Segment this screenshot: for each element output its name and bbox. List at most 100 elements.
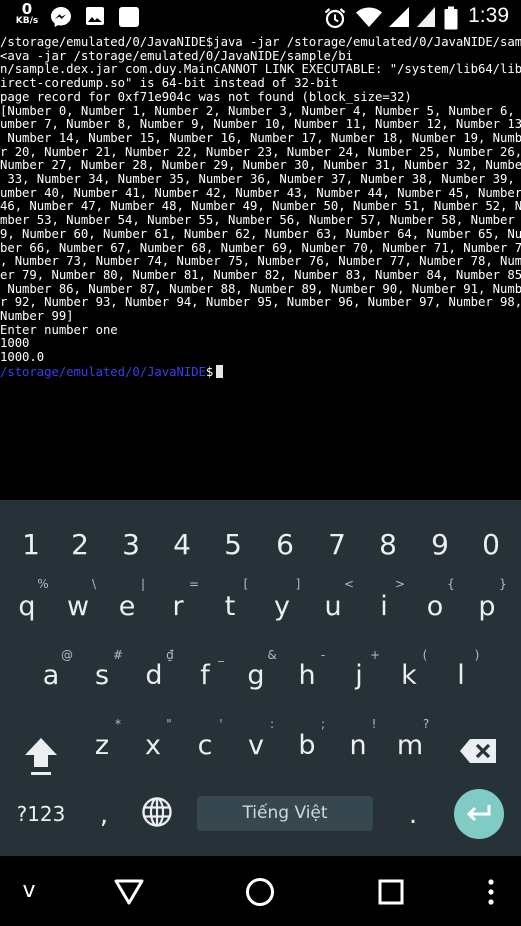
key-u[interactable]: u bbox=[313, 591, 353, 622]
key-hint: = bbox=[188, 577, 200, 591]
key-0[interactable]: 0 bbox=[471, 528, 511, 561]
key-7[interactable]: 7 bbox=[317, 528, 357, 561]
terminal-line: 1000.0 bbox=[0, 350, 45, 365]
key-4[interactable]: 4 bbox=[162, 528, 202, 561]
network-speed: 0 KB/s bbox=[14, 0, 40, 27]
key-n[interactable]: n bbox=[338, 730, 378, 761]
messenger-icon bbox=[51, 7, 71, 27]
key-hint: < bbox=[343, 577, 355, 591]
terminal-line: r 20, Number 21, Number 22, Number 23, N… bbox=[0, 144, 521, 159]
key-d[interactable]: d bbox=[134, 660, 174, 691]
terminal-line: , Number 73, Number 74, Number 75, Numbe… bbox=[0, 254, 521, 269]
terminal-line: mber 53, Number 54, Number 55, Number 56… bbox=[0, 213, 521, 228]
key-hint: " bbox=[166, 717, 172, 731]
key-hint: ; bbox=[320, 717, 326, 731]
terminal-line: Number 14, Number 15, Number 16, Number … bbox=[0, 130, 521, 145]
wifi-icon bbox=[356, 7, 382, 27]
menu-dots-icon[interactable] bbox=[486, 878, 496, 906]
home-circle-icon[interactable] bbox=[244, 876, 276, 908]
key-hint: | bbox=[140, 577, 146, 591]
key-hint: % bbox=[37, 577, 49, 591]
signal-secondary-icon bbox=[417, 7, 435, 27]
key-a[interactable]: a bbox=[31, 660, 71, 691]
key-p[interactable]: p bbox=[467, 591, 507, 622]
key-o[interactable]: o bbox=[415, 591, 455, 622]
key-z[interactable]: z bbox=[82, 730, 122, 761]
key-w[interactable]: w bbox=[58, 591, 98, 622]
key-r[interactable]: r bbox=[158, 591, 198, 622]
key-i[interactable]: i bbox=[364, 591, 404, 622]
key-hint: } bbox=[499, 577, 507, 591]
recents-square-icon[interactable] bbox=[377, 878, 405, 906]
key-f[interactable]: f bbox=[185, 660, 225, 691]
terminal-output[interactable]: /storage/emulated/0/JavaNIDE$java -jar /… bbox=[0, 36, 521, 500]
terminal-line: 1000 bbox=[0, 336, 30, 351]
backspace-key-icon[interactable] bbox=[459, 737, 499, 765]
enter-arrow-icon bbox=[466, 805, 491, 822]
key-6[interactable]: 6 bbox=[265, 528, 305, 561]
back-triangle-icon[interactable] bbox=[113, 877, 145, 907]
key-5[interactable]: 5 bbox=[213, 528, 253, 561]
key-hint: & bbox=[267, 648, 277, 662]
key-q[interactable]: q bbox=[7, 591, 47, 622]
key-8[interactable]: 8 bbox=[368, 528, 408, 561]
key-b[interactable]: b bbox=[287, 730, 327, 761]
status-bar: 0 KB/s 1:39 bbox=[0, 0, 521, 34]
key-1[interactable]: 1 bbox=[11, 528, 51, 561]
key-hint: ! bbox=[371, 717, 377, 731]
key-hint: \ bbox=[91, 577, 97, 591]
terminal-line: page record for 0xf71e904c was not found… bbox=[0, 89, 412, 104]
hide-keyboard-button[interactable]: v bbox=[14, 878, 44, 903]
soft-keyboard: 1234567890 q% w \ e | r = t[y] u < i > o{p} a @ s # d ₫ f _… bbox=[0, 500, 521, 856]
key-hint: ₫ bbox=[166, 648, 174, 662]
key-g[interactable]: g bbox=[236, 660, 276, 691]
terminal-line: <ava -jar /storage/emulated/0/JavaNIDE/s… bbox=[0, 48, 353, 63]
key-h[interactable]: h bbox=[287, 660, 327, 691]
terminal-line: umber 7, Number 8, Number 9, Number 10, … bbox=[0, 117, 521, 132]
key-s[interactable]: s bbox=[82, 660, 122, 691]
key-e[interactable]: e bbox=[107, 591, 147, 622]
terminal-line: Number 27, Number 28, Number 29, Number … bbox=[0, 158, 521, 173]
terminal-line: Enter number one bbox=[0, 322, 118, 337]
key-hint: ' bbox=[219, 717, 223, 731]
key-hint: _ bbox=[218, 648, 224, 662]
key-k[interactable]: k bbox=[389, 660, 429, 691]
shift-key-icon[interactable] bbox=[22, 735, 60, 777]
key-m[interactable]: m bbox=[390, 730, 430, 761]
enter-key[interactable] bbox=[454, 789, 504, 839]
symbols-key[interactable]: ?123 bbox=[12, 802, 70, 826]
key-hint: # bbox=[112, 648, 124, 662]
navigation-bar: v bbox=[0, 856, 521, 926]
key-hint: ) bbox=[474, 648, 480, 662]
terminal-line: [Number 0, Number 1, Number 2, Number 3,… bbox=[0, 103, 521, 118]
key-hint: ] bbox=[295, 577, 301, 591]
terminal-line: Number 86, Number 87, Number 88, Number … bbox=[0, 281, 521, 296]
key-y[interactable]: y bbox=[262, 591, 302, 622]
network-speed-value: 0 bbox=[21, 0, 33, 18]
key-c[interactable]: c bbox=[185, 730, 225, 761]
key-hint: { bbox=[447, 577, 455, 591]
terminal-line: Number 99] bbox=[0, 309, 74, 324]
key-v[interactable]: v bbox=[236, 730, 276, 761]
key-hint: * bbox=[115, 717, 121, 731]
comma-key[interactable]: , bbox=[94, 800, 114, 830]
space-key[interactable]: Tiếng Việt bbox=[197, 796, 373, 831]
key-l[interactable]: l bbox=[441, 660, 481, 691]
key-t[interactable]: t bbox=[210, 591, 250, 622]
terminal-prompt-line[interactable]: /storage/emulated/0/JavaNIDE$ bbox=[0, 364, 521, 380]
key-x[interactable]: x bbox=[133, 730, 173, 761]
key-hint: @ bbox=[61, 648, 73, 662]
network-speed-unit: KB/s bbox=[15, 16, 39, 26]
period-key[interactable]: . bbox=[403, 800, 423, 830]
terminal-line: er 79, Number 80, Number 81, Number 82, … bbox=[0, 267, 521, 282]
key-2[interactable]: 2 bbox=[60, 528, 100, 561]
key-9[interactable]: 9 bbox=[420, 528, 460, 561]
key-3[interactable]: 3 bbox=[111, 528, 151, 561]
alarm-icon bbox=[324, 8, 346, 29]
key-j[interactable]: j bbox=[339, 660, 379, 691]
globe-icon[interactable] bbox=[141, 796, 173, 828]
key-hint: - bbox=[320, 648, 326, 662]
signal-icon bbox=[389, 7, 409, 27]
key-hint: ( bbox=[422, 648, 428, 662]
gallery-icon bbox=[86, 7, 104, 25]
